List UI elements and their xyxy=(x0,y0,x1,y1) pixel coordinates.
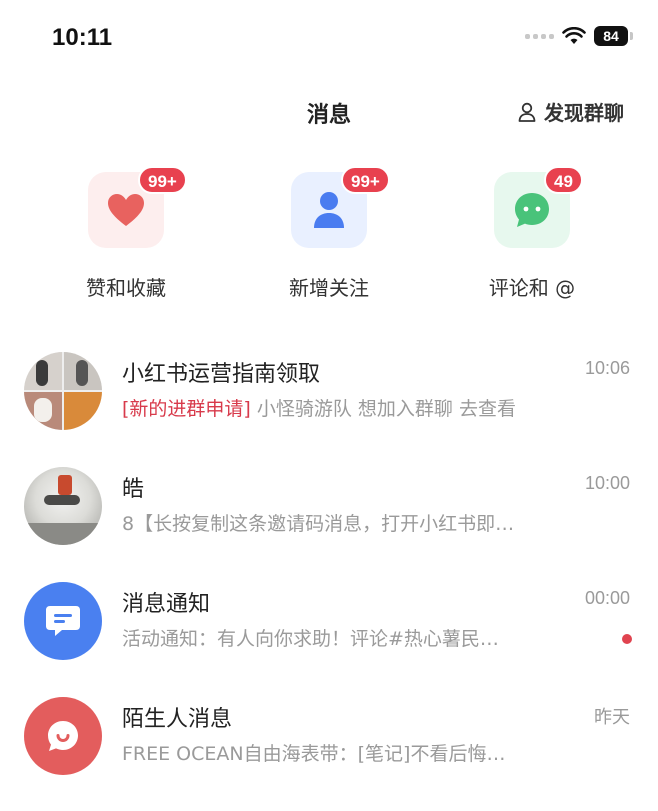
wifi-icon xyxy=(562,27,586,44)
chat-bubble-icon xyxy=(515,193,549,227)
battery-indicator: 84 xyxy=(594,26,633,46)
followers-count-badge: 99+ xyxy=(341,166,390,194)
group-avatar xyxy=(24,352,102,430)
unread-dot xyxy=(622,634,632,644)
likes-and-collections-entry[interactable]: 99+ 赞和收藏 xyxy=(46,166,206,301)
comments-icon-tile: 49 xyxy=(494,166,583,248)
conversation-title: 陌生人消息 xyxy=(122,707,233,732)
conversation-preview: 活动通知：有人向你求助！评论#热心薯民… xyxy=(122,628,499,650)
conversation-title: 消息通知 xyxy=(122,592,211,617)
notification-avatar xyxy=(24,582,102,660)
new-followers-entry[interactable]: 99+ 新增关注 xyxy=(249,166,409,301)
likes-count-badge: 99+ xyxy=(138,166,187,194)
status-time: 10:11 xyxy=(52,24,113,51)
conversation-item-notifications[interactable]: 消息通知 00:00 活动通知：有人向你求助！评论#热心薯民… xyxy=(0,582,658,696)
comments-and-mentions-entry[interactable]: 49 评论和 @ xyxy=(452,166,612,301)
stranger-chat-icon xyxy=(48,721,78,751)
discover-group-chat-button[interactable]: 发现群聊 xyxy=(518,97,624,126)
status-indicators: 84 xyxy=(525,26,633,46)
stranger-avatar xyxy=(24,697,102,775)
person-icon xyxy=(314,192,344,228)
comments-label: 评论和 @ xyxy=(488,276,576,300)
conversation-time: 昨天 xyxy=(594,707,630,727)
conversation-time: 10:06 xyxy=(584,358,630,378)
heart-icon xyxy=(108,194,144,226)
conversation-preview: [新的进群申请] 小怪骑游队 想加入群聊 去查看 xyxy=(122,394,622,421)
conversation-preview: 8【长按复制这条邀请码消息，打开小红书即… xyxy=(122,513,515,535)
conversation-item-hao[interactable]: 皓 10:00 8【长按复制这条邀请码消息，打开小红书即… xyxy=(0,467,658,581)
message-notification-icon xyxy=(46,606,80,636)
group-request-tag: [新的进群申请] xyxy=(122,398,251,420)
cellular-signal-icon xyxy=(525,33,554,39)
comments-count-badge: 49 xyxy=(544,166,583,194)
conversation-time: 10:00 xyxy=(584,473,630,493)
conversation-item-group-guide[interactable]: 小红书运营指南领取 10:06 [新的进群申请] 小怪骑游队 想加入群聊 去查看 xyxy=(0,352,658,466)
followers-label: 新增关注 xyxy=(289,276,369,300)
conversation-time: 00:00 xyxy=(584,588,630,608)
conversation-item-strangers[interactable]: 陌生人消息 昨天 FREE OCEAN自由海表带：[笔记]不看后悔… xyxy=(0,697,658,811)
discover-group-chat-label: 发现群聊 xyxy=(544,101,624,125)
person-outline-icon xyxy=(518,102,536,122)
likes-icon-tile: 99+ xyxy=(88,166,187,248)
conversation-preview: FREE OCEAN自由海表带：[笔记]不看后悔… xyxy=(122,743,506,765)
conversation-title: 小红书运营指南领取 xyxy=(122,362,321,387)
followers-icon-tile: 99+ xyxy=(291,166,390,248)
conversation-title: 皓 xyxy=(122,477,145,502)
conversation-preview-text: 小怪骑游队 想加入群聊 去查看 xyxy=(250,398,516,420)
likes-label: 赞和收藏 xyxy=(86,276,166,300)
user-avatar xyxy=(24,467,102,545)
